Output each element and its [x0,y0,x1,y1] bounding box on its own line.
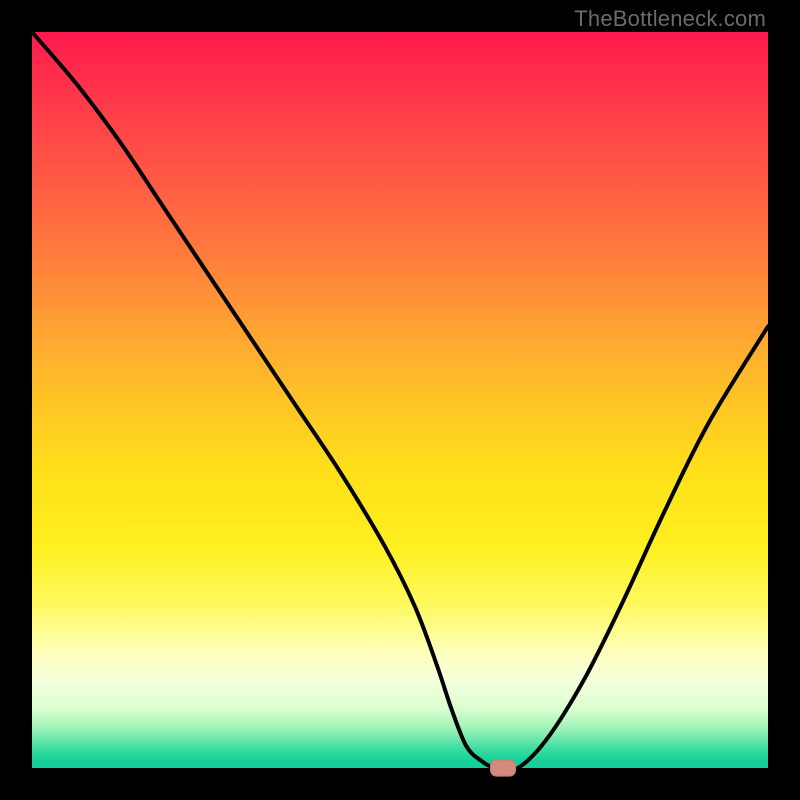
chart-frame: TheBottleneck.com [0,0,800,800]
plot-area [32,32,768,768]
chart-svg [32,32,768,768]
watermark-text: TheBottleneck.com [574,6,766,32]
optimum-marker [491,760,516,776]
bottleneck-curve [32,32,768,770]
